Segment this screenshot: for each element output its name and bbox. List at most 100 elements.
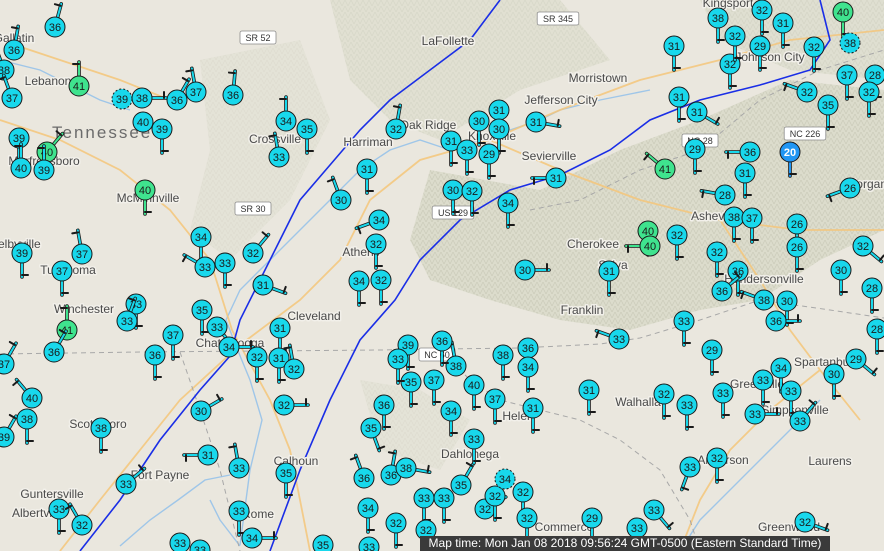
city-label: Harriman bbox=[343, 135, 392, 149]
station-temperature: 34 bbox=[775, 363, 787, 375]
weather-map[interactable]: SR 52SR 345SR 30US 129NC 28NC 226NC 60 T… bbox=[0, 0, 884, 551]
station-temperature: 33 bbox=[794, 416, 806, 428]
station-temperature: 31 bbox=[673, 92, 685, 104]
wind-barb-tick bbox=[701, 190, 705, 199]
station-temperature: 39 bbox=[116, 94, 128, 106]
station-temperature: 32 bbox=[801, 87, 813, 99]
station-temperature: 31 bbox=[493, 105, 505, 117]
station-temperature: 28 bbox=[871, 324, 883, 336]
station-temperature: 33 bbox=[681, 400, 693, 412]
wind-barb-tick bbox=[71, 231, 80, 235]
station-temperature: 37 bbox=[167, 330, 179, 342]
station-temperature: 35 bbox=[365, 423, 377, 435]
station-temperature: 31 bbox=[445, 136, 457, 148]
city-label: Dahlonega bbox=[441, 447, 499, 461]
station-marker[interactable]: 34 bbox=[494, 468, 516, 490]
station-temperature: 29 bbox=[754, 41, 766, 53]
map-time-bar: Map time: Mon Jan 08 2018 09:56:24 GMT-0… bbox=[420, 536, 830, 551]
city-label: Cherokee bbox=[567, 237, 619, 251]
station-temperature: 33 bbox=[613, 334, 625, 346]
station-temperature: 34 bbox=[445, 406, 457, 418]
station-temperature: 29 bbox=[850, 354, 862, 366]
station-temperature: 33 bbox=[749, 409, 761, 421]
city-label: Franklin bbox=[561, 303, 604, 317]
wind-barb-tick bbox=[392, 105, 401, 109]
station-temperature: 34 bbox=[246, 533, 258, 545]
station-temperature: 33 bbox=[363, 542, 375, 551]
station-temperature: 30 bbox=[519, 265, 531, 277]
city-label: Cleveland bbox=[287, 309, 340, 323]
station-temperature: 26 bbox=[844, 183, 856, 195]
city-label: Morristown bbox=[569, 71, 628, 85]
station-temperature: 38 bbox=[136, 93, 148, 105]
station-temperature: 29 bbox=[689, 144, 701, 156]
station-temperature: 30 bbox=[493, 124, 505, 136]
station-marker[interactable]: 33 bbox=[169, 532, 191, 551]
station-temperature: 30 bbox=[828, 369, 840, 381]
station-temperature: 32 bbox=[390, 518, 402, 530]
station-temperature: 32 bbox=[729, 31, 741, 43]
station-temperature: 39 bbox=[13, 133, 25, 145]
station-temperature: 26 bbox=[791, 219, 803, 231]
station-temperature: 33 bbox=[757, 375, 769, 387]
station-temperature: 37 bbox=[489, 394, 501, 406]
station-temperature: 32 bbox=[756, 5, 768, 17]
station-temperature: 37 bbox=[746, 213, 758, 225]
station-temperature: 31 bbox=[273, 353, 285, 365]
wind-barb-tick bbox=[228, 445, 237, 449]
station-temperature: 38 bbox=[844, 38, 856, 50]
station-temperature: 28 bbox=[869, 70, 881, 82]
station-temperature: 40 bbox=[15, 163, 27, 175]
station-marker[interactable]: 35 bbox=[312, 534, 334, 551]
station-temperature: 28 bbox=[866, 283, 878, 295]
station-temperature: 33 bbox=[418, 493, 430, 505]
station-temperature: 36 bbox=[49, 22, 61, 34]
station-temperature: 41 bbox=[73, 81, 85, 93]
wind-barb-tick bbox=[227, 71, 236, 75]
station-temperature: 34 bbox=[280, 116, 292, 128]
station-temperature: 31 bbox=[202, 450, 214, 462]
station-temperature: 40 bbox=[139, 185, 151, 197]
station-temperature: 33 bbox=[174, 538, 186, 550]
station-temperature: 31 bbox=[668, 41, 680, 53]
station-temperature: 20 bbox=[784, 147, 796, 159]
station-temperature: 30 bbox=[335, 195, 347, 207]
station-temperature: 33 bbox=[684, 462, 696, 474]
station-temperature: 33 bbox=[273, 152, 285, 164]
station-temperature: 38 bbox=[95, 423, 107, 435]
station-temperature: 41 bbox=[659, 164, 671, 176]
station-temperature: 33 bbox=[631, 523, 643, 535]
station-temperature: 32 bbox=[658, 389, 670, 401]
station-temperature: 33 bbox=[678, 316, 690, 328]
station-temperature: 32 bbox=[479, 504, 491, 516]
station-marker[interactable]: 38 bbox=[839, 32, 861, 54]
city-label: Kingsport bbox=[703, 0, 754, 10]
station-temperature: 36 bbox=[358, 473, 370, 485]
station-temperature: 32 bbox=[390, 124, 402, 136]
station-temperature: 38 bbox=[758, 295, 770, 307]
city-label: Jefferson City bbox=[524, 93, 597, 107]
station-temperature: 32 bbox=[799, 517, 811, 529]
station-temperature: 35 bbox=[455, 480, 467, 492]
station-temperature: 38 bbox=[728, 212, 740, 224]
station-temperature: 40 bbox=[137, 117, 149, 129]
station-temperature: 32 bbox=[76, 520, 88, 532]
highway-label: SR 52 bbox=[245, 33, 270, 43]
station-marker[interactable]: 39 bbox=[111, 88, 133, 110]
station-temperature: 31 bbox=[257, 280, 269, 292]
station-temperature: 29 bbox=[586, 513, 598, 525]
station-temperature: 33 bbox=[461, 145, 473, 157]
station-temperature: 32 bbox=[863, 87, 875, 99]
wind-barb-tick bbox=[426, 464, 430, 473]
station-temperature: 34 bbox=[499, 474, 511, 486]
highway-label: NC 60 bbox=[424, 350, 450, 360]
station-temperature: 29 bbox=[483, 149, 495, 161]
station-temperature: 32 bbox=[489, 491, 501, 503]
station-temperature: 36 bbox=[436, 336, 448, 348]
station-temperature: 39 bbox=[0, 432, 10, 444]
station-temperature: 32 bbox=[711, 453, 723, 465]
station-temperature: 32 bbox=[521, 513, 533, 525]
station-temperature: 32 bbox=[247, 248, 259, 260]
station-temperature: 34 bbox=[362, 503, 374, 515]
station-temperature: 40 bbox=[26, 393, 38, 405]
